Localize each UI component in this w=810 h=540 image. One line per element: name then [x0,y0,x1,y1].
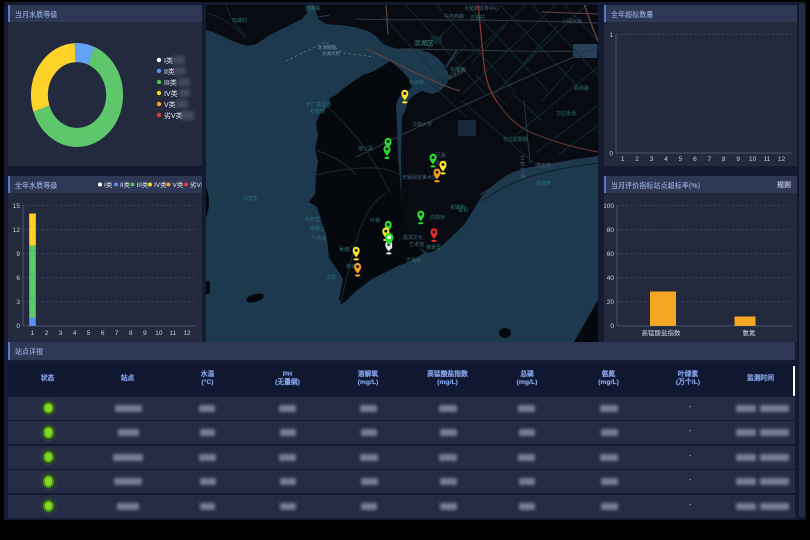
svg-text:I类: I类 [104,180,113,189]
svg-text:100: 100 [604,203,614,210]
svg-text:2: 2 [635,156,639,163]
svg-text:6: 6 [16,275,20,282]
svg-text:蠡溪文化: 蠡溪文化 [403,234,423,241]
svg-text:IV类: IV类 [154,180,167,189]
svg-text:9: 9 [16,251,20,258]
svg-text:1: 1 [609,32,613,39]
svg-text:沈家: 沈家 [326,274,336,281]
svg-text:6: 6 [101,330,105,337]
svg-text:大桥新体育中心: 大桥新体育中心 [464,5,499,12]
svg-text:IV类: IV类 [164,89,178,98]
svg-text:无锡绿波美术馆: 无锡绿波美术馆 [402,174,437,181]
svg-text:机场路: 机场路 [574,85,589,92]
svg-text:V类: V类 [173,180,184,189]
svg-text:12: 12 [183,330,191,337]
svg-text:3: 3 [650,156,654,163]
svg-text:11: 11 [170,330,177,337]
svg-text:太湖隧道: 太湖隧道 [318,44,336,51]
svg-text:0: 0 [16,323,20,330]
svg-text:10: 10 [749,156,757,163]
svg-text:劣V类: 劣V类 [164,111,183,120]
svg-text:科普馆: 科普馆 [310,108,325,115]
svg-text:中佳桥: 中佳桥 [409,79,424,86]
svg-text:古杨桥: 古杨桥 [406,257,421,264]
svg-text:5: 5 [679,156,683,163]
svg-text:9: 9 [736,156,740,163]
svg-text:南泰上: 南泰上 [310,225,325,232]
svg-text:12: 12 [778,156,786,163]
svg-text:0: 0 [609,151,613,158]
svg-text:1: 1 [621,156,625,163]
svg-text:劣V类: 劣V类 [190,180,202,189]
svg-text:华庄街道: 华庄街道 [556,110,576,117]
svg-text:华庄影剧院: 华庄影剧院 [503,136,528,143]
svg-text:太湖大桥: 太湖大桥 [322,50,340,57]
svg-text:15: 15 [13,203,21,210]
svg-text:7: 7 [707,156,711,163]
svg-text:小叚大桥: 小叚大桥 [562,18,582,25]
svg-text:40: 40 [607,275,615,282]
svg-text:滨湖区: 滨湖区 [414,38,434,47]
svg-text:立信大道: 立信大道 [519,154,525,179]
svg-text:渔父岛: 渔父岛 [358,145,373,152]
svg-text:五星村: 五星村 [470,14,485,21]
svg-text:中尧西路: 中尧西路 [444,13,464,20]
svg-text:向阳桥: 向阳桥 [430,214,445,221]
svg-text:东鸠里: 东鸠里 [305,216,320,223]
svg-text:20: 20 [607,299,615,306]
svg-text:9: 9 [143,330,147,337]
svg-text:5: 5 [87,330,91,337]
svg-text:长广溪湿地: 长广溪湿地 [306,101,331,108]
svg-text:艺术馆: 艺术馆 [409,241,424,248]
svg-text:III类: III类 [164,78,177,87]
svg-text:吴塘门: 吴塘门 [339,246,354,253]
svg-text:12: 12 [13,227,21,234]
svg-text:III类: III类 [137,180,149,189]
svg-text:4: 4 [73,330,77,337]
svg-text:II类: II类 [120,180,131,189]
svg-text:高锰酸盐指数: 高锰酸盐指数 [642,328,682,337]
svg-text:2: 2 [45,330,49,337]
svg-text:7: 7 [115,330,119,337]
svg-text:薛家里: 薛家里 [426,244,441,251]
svg-text:寿安桥: 寿安桥 [536,162,551,169]
svg-text:3: 3 [59,330,63,337]
svg-text:6: 6 [693,156,697,163]
svg-text:60: 60 [607,251,615,258]
svg-text:0: 0 [610,323,614,330]
svg-text:江南大学: 江南大学 [412,121,432,128]
svg-text:V类: V类 [164,100,176,109]
svg-text:小湾渚: 小湾渚 [311,235,326,242]
svg-text:1: 1 [31,330,35,337]
svg-text:4: 4 [664,156,668,163]
svg-text:氨氮: 氨氮 [743,328,757,337]
svg-text:80: 80 [607,227,615,234]
svg-text:8: 8 [722,156,726,163]
svg-text:叶巷: 叶巷 [370,217,380,224]
svg-text:3: 3 [16,299,20,306]
svg-text:11: 11 [764,156,771,163]
svg-text:8: 8 [129,330,133,337]
svg-text:祝塘桥: 祝塘桥 [450,204,465,211]
svg-text:祝塘桥: 祝塘桥 [536,180,551,187]
svg-text:石塘村: 石塘村 [232,17,247,24]
svg-text:渔港路: 渔港路 [305,5,320,12]
svg-text:10: 10 [155,330,163,337]
svg-text:白石里: 白石里 [243,195,258,202]
